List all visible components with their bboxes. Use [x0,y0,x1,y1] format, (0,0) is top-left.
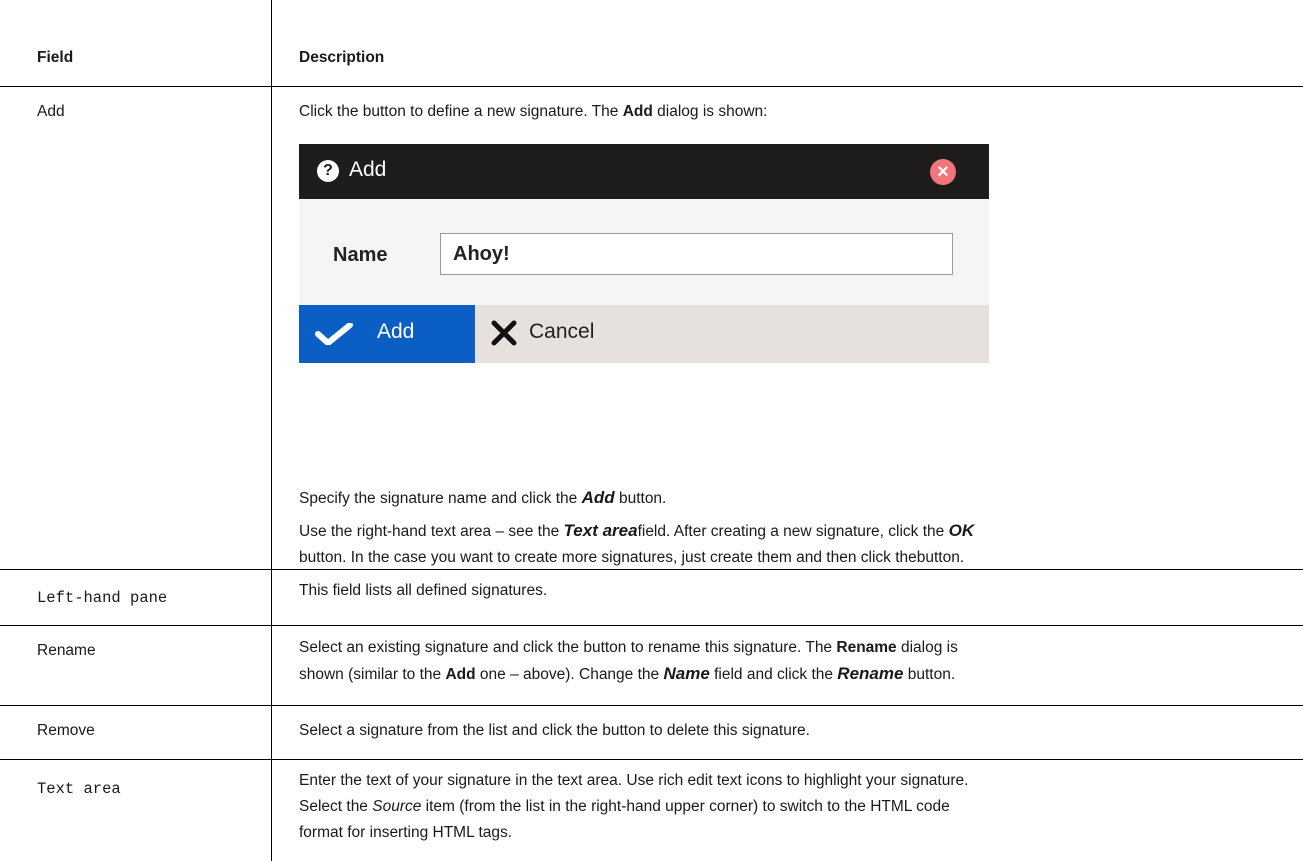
cancel-button-label: Cancel [529,320,595,343]
rename-rename-bi: Rename [837,664,904,683]
rename-bold: Rename [836,639,897,656]
add-instruction-tail: button. [614,490,667,507]
text-area-line-2b: item (from the list in the right-hand up… [421,798,950,815]
text-area-line-1: Enter the text of your signature in the … [299,772,969,789]
name-input[interactable]: Ahoy! [440,233,953,275]
add-note: Use the right-hand text area – see the T… [299,518,1294,571]
field-rename: Rename [37,642,96,659]
add-button-label: Add [377,320,415,343]
text-area-line-2a: Select the [299,798,373,815]
close-circle-icon[interactable]: × [930,159,956,185]
text-area-line-3: format for inserting HTML tags. [299,824,513,841]
add-note-text: Use the right-hand text area – see the [299,523,564,540]
text-area-source-italic: Source [372,798,422,815]
dialog-titlebar: ? Add × [299,144,989,199]
rename-add-bold: Add [445,666,476,683]
field-left-hand-pane: Left-hand pane [37,589,168,607]
rename-text-4: one – above). Change the [475,666,664,683]
add-intro-bold: Add [622,103,653,120]
cancel-button[interactable]: Cancel [475,305,989,363]
rename-text-6: button. [903,666,956,683]
add-note-ok: OK [948,521,975,540]
close-x-icon [491,320,517,346]
question-circle-icon[interactable]: ? [317,160,339,182]
remove-description: Select a signature from the list and cli… [299,722,810,739]
name-label: Name [333,244,388,266]
checkmark-icon [315,323,353,345]
rename-text-1: Select an existing signature and click t… [299,639,837,656]
add-note-mid: field. After creating a new signature, c… [637,523,949,540]
rename-text-3: shown (similar to the [299,666,446,683]
dialog-footer: Add Cancel [299,305,989,363]
add-intro-tail: dialog is shown: [652,103,768,120]
field-add: Add [37,103,65,120]
add-instruction-text: Specify the signature name and click the [299,490,582,507]
field-text-area: Text area [37,780,121,798]
rename-description: Select an existing signature and click t… [299,635,1289,688]
add-instruction-bolditalic: Add [581,488,615,507]
add-intro: Click the button to define a new signatu… [299,99,1289,125]
text-area-description: Enter the text of your signature in the … [299,768,1299,846]
left-pane-description: This field lists all defined signatures. [299,582,548,599]
add-instruction: Specify the signature name and click the… [299,485,1289,512]
add-note-tail: button. In the case you want to create m… [299,549,965,566]
header-field: Field [37,49,74,66]
add-note-textarea: Text area [563,521,638,540]
rename-text-2: dialog is [896,639,958,656]
rename-name-bi: Name [663,664,710,683]
add-intro-text: Click the button to define a new signatu… [299,103,623,120]
dialog-body: Name Ahoy! [299,199,989,305]
field-remove: Remove [37,722,95,739]
dialog-title: Add [349,158,387,181]
header-description: Description [299,49,385,66]
rename-text-5: field and click the [709,666,838,683]
add-button[interactable]: Add [299,305,475,363]
add-dialog-screenshot: ? Add × Name Ahoy! Add Cancel [299,144,989,544]
